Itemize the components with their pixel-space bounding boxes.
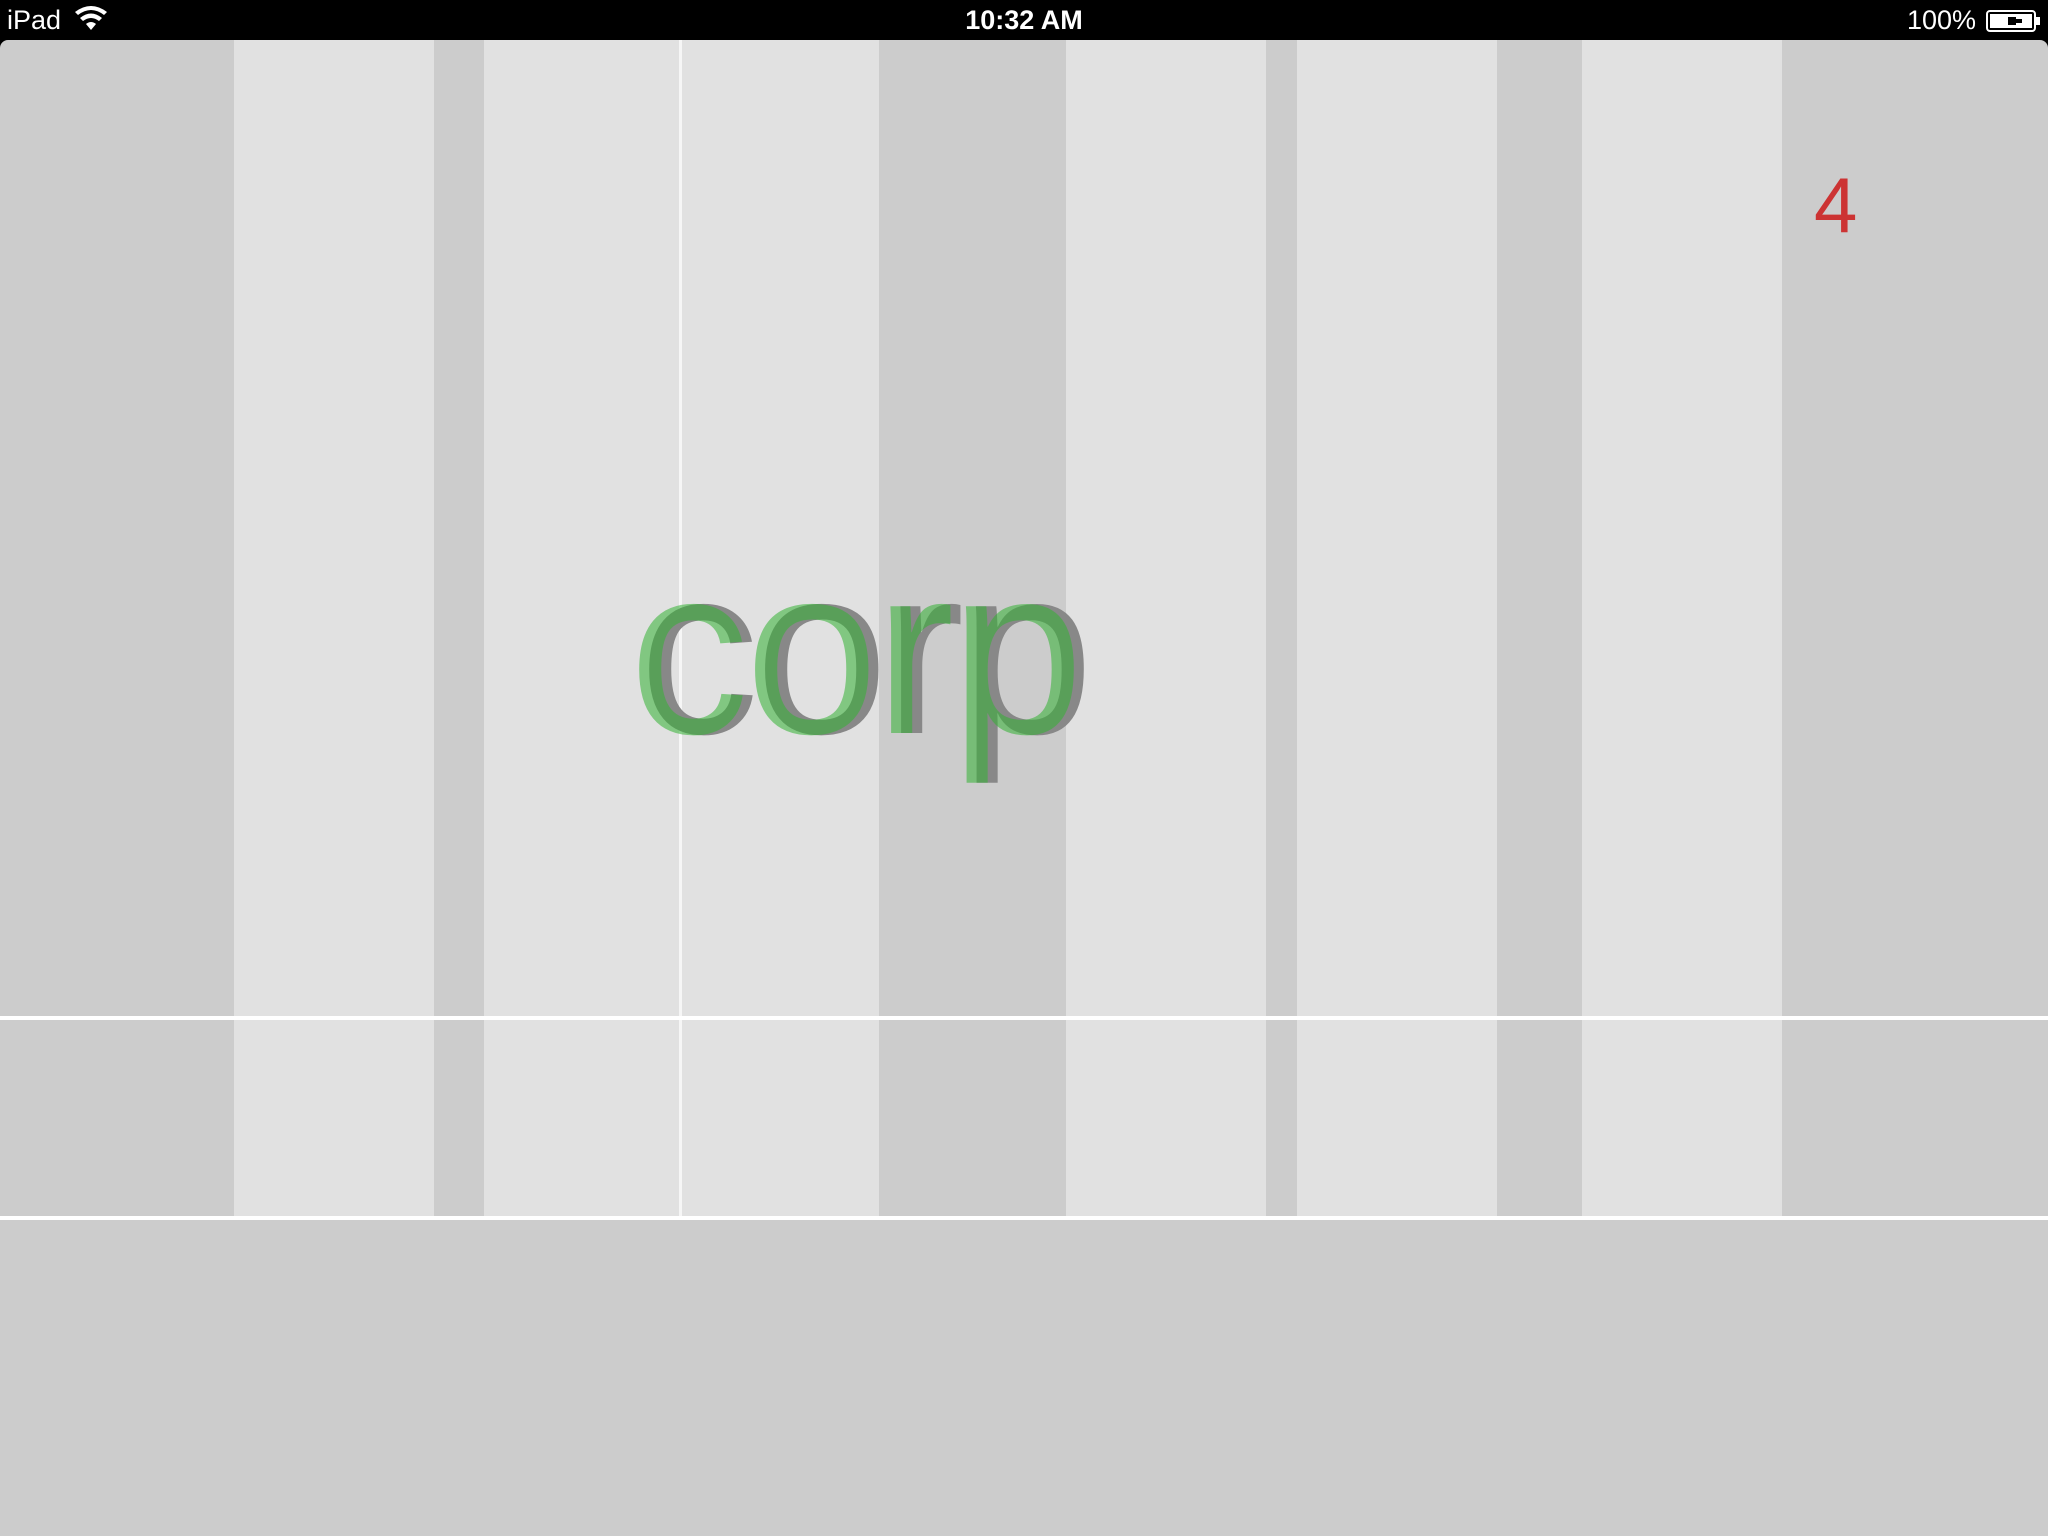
target-word[interactable]: corp bbox=[629, 490, 1084, 810]
status-bar: iPad 10:32 AM 100% bbox=[0, 0, 2048, 40]
game-board[interactable]: corp corp 4 bbox=[0, 40, 2048, 1536]
word-stage: corp corp 4 bbox=[0, 40, 2048, 1218]
battery-icon bbox=[1986, 10, 2040, 32]
status-time: 10:32 AM bbox=[965, 5, 1083, 35]
score-counter: 4 bbox=[1814, 161, 1858, 249]
battery-percent: 100% bbox=[1906, 5, 1976, 35]
